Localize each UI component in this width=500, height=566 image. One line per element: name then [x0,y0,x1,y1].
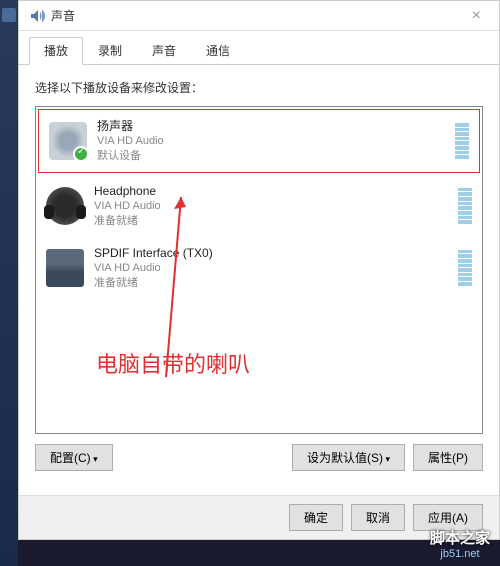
watermark-cn: 脚本之家 [430,527,490,548]
prompt-text: 选择以下播放设备来修改设置： [35,79,483,96]
close-button[interactable]: × [464,7,489,25]
default-check-icon [73,146,89,162]
level-meter [458,250,472,286]
device-info: 扬声器 VIA HD Audio 默认设备 [97,118,445,164]
device-info: SPDIF Interface (TX0) VIA HD Audio 准备就绪 [94,245,448,291]
spdif-icon [46,249,84,287]
device-status: 准备就绪 [94,214,448,229]
tab-playback[interactable]: 播放 [29,37,83,65]
sound-icon [29,8,45,24]
dialog-footer: 确定 取消 应用(A) [19,495,499,539]
desktop-quick-icon [2,8,16,22]
set-default-button[interactable]: 设为默认值(S) [292,444,405,471]
properties-button[interactable]: 属性(P) [413,444,483,471]
level-meter [458,188,472,224]
device-list[interactable]: 扬声器 VIA HD Audio 默认设备 Headphone VIA HD A… [35,106,483,434]
tab-strip: 播放 录制 声音 通信 [19,31,499,65]
device-name: Headphone [94,183,448,199]
device-driver: VIA HD Audio [94,199,448,214]
tab-content: 选择以下播放设备来修改设置： 扬声器 VIA HD Audio 默认设备 Hea… [19,65,499,495]
tab-recording[interactable]: 录制 [83,37,137,64]
watermark: 脚本之家 jb51.net [430,527,490,560]
annotation-text: 电脑自带的喇叭 [96,347,250,379]
device-driver: VIA HD Audio [97,134,445,149]
device-item-spdif[interactable]: SPDIF Interface (TX0) VIA HD Audio 准备就绪 [36,237,482,299]
device-driver: VIA HD Audio [94,261,448,276]
configure-button[interactable]: 配置(C) [35,444,113,471]
titlebar: 声音 × [19,1,499,31]
cancel-button[interactable]: 取消 [351,504,405,531]
tab-sounds[interactable]: 声音 [137,37,191,64]
dialog-title: 声音 [51,7,464,24]
device-item-headphone[interactable]: Headphone VIA HD Audio 准备就绪 [36,175,482,237]
level-meter [455,123,469,159]
device-name: 扬声器 [97,118,445,134]
device-info: Headphone VIA HD Audio 准备就绪 [94,183,448,229]
tab-communications[interactable]: 通信 [191,37,245,64]
sound-dialog: 声音 × 播放 录制 声音 通信 选择以下播放设备来修改设置： 扬声器 VIA … [18,0,500,540]
desktop-edge [0,0,18,566]
device-status: 默认设备 [97,149,445,164]
ok-button[interactable]: 确定 [289,504,343,531]
speaker-icon [49,122,87,160]
watermark-url: jb51.net [430,548,490,560]
headphone-icon [46,187,84,225]
device-status: 准备就绪 [94,276,448,291]
device-item-speakers[interactable]: 扬声器 VIA HD Audio 默认设备 [38,109,480,173]
device-name: SPDIF Interface (TX0) [94,245,448,261]
inner-button-row: 配置(C) 设为默认值(S) 属性(P) [35,434,483,481]
